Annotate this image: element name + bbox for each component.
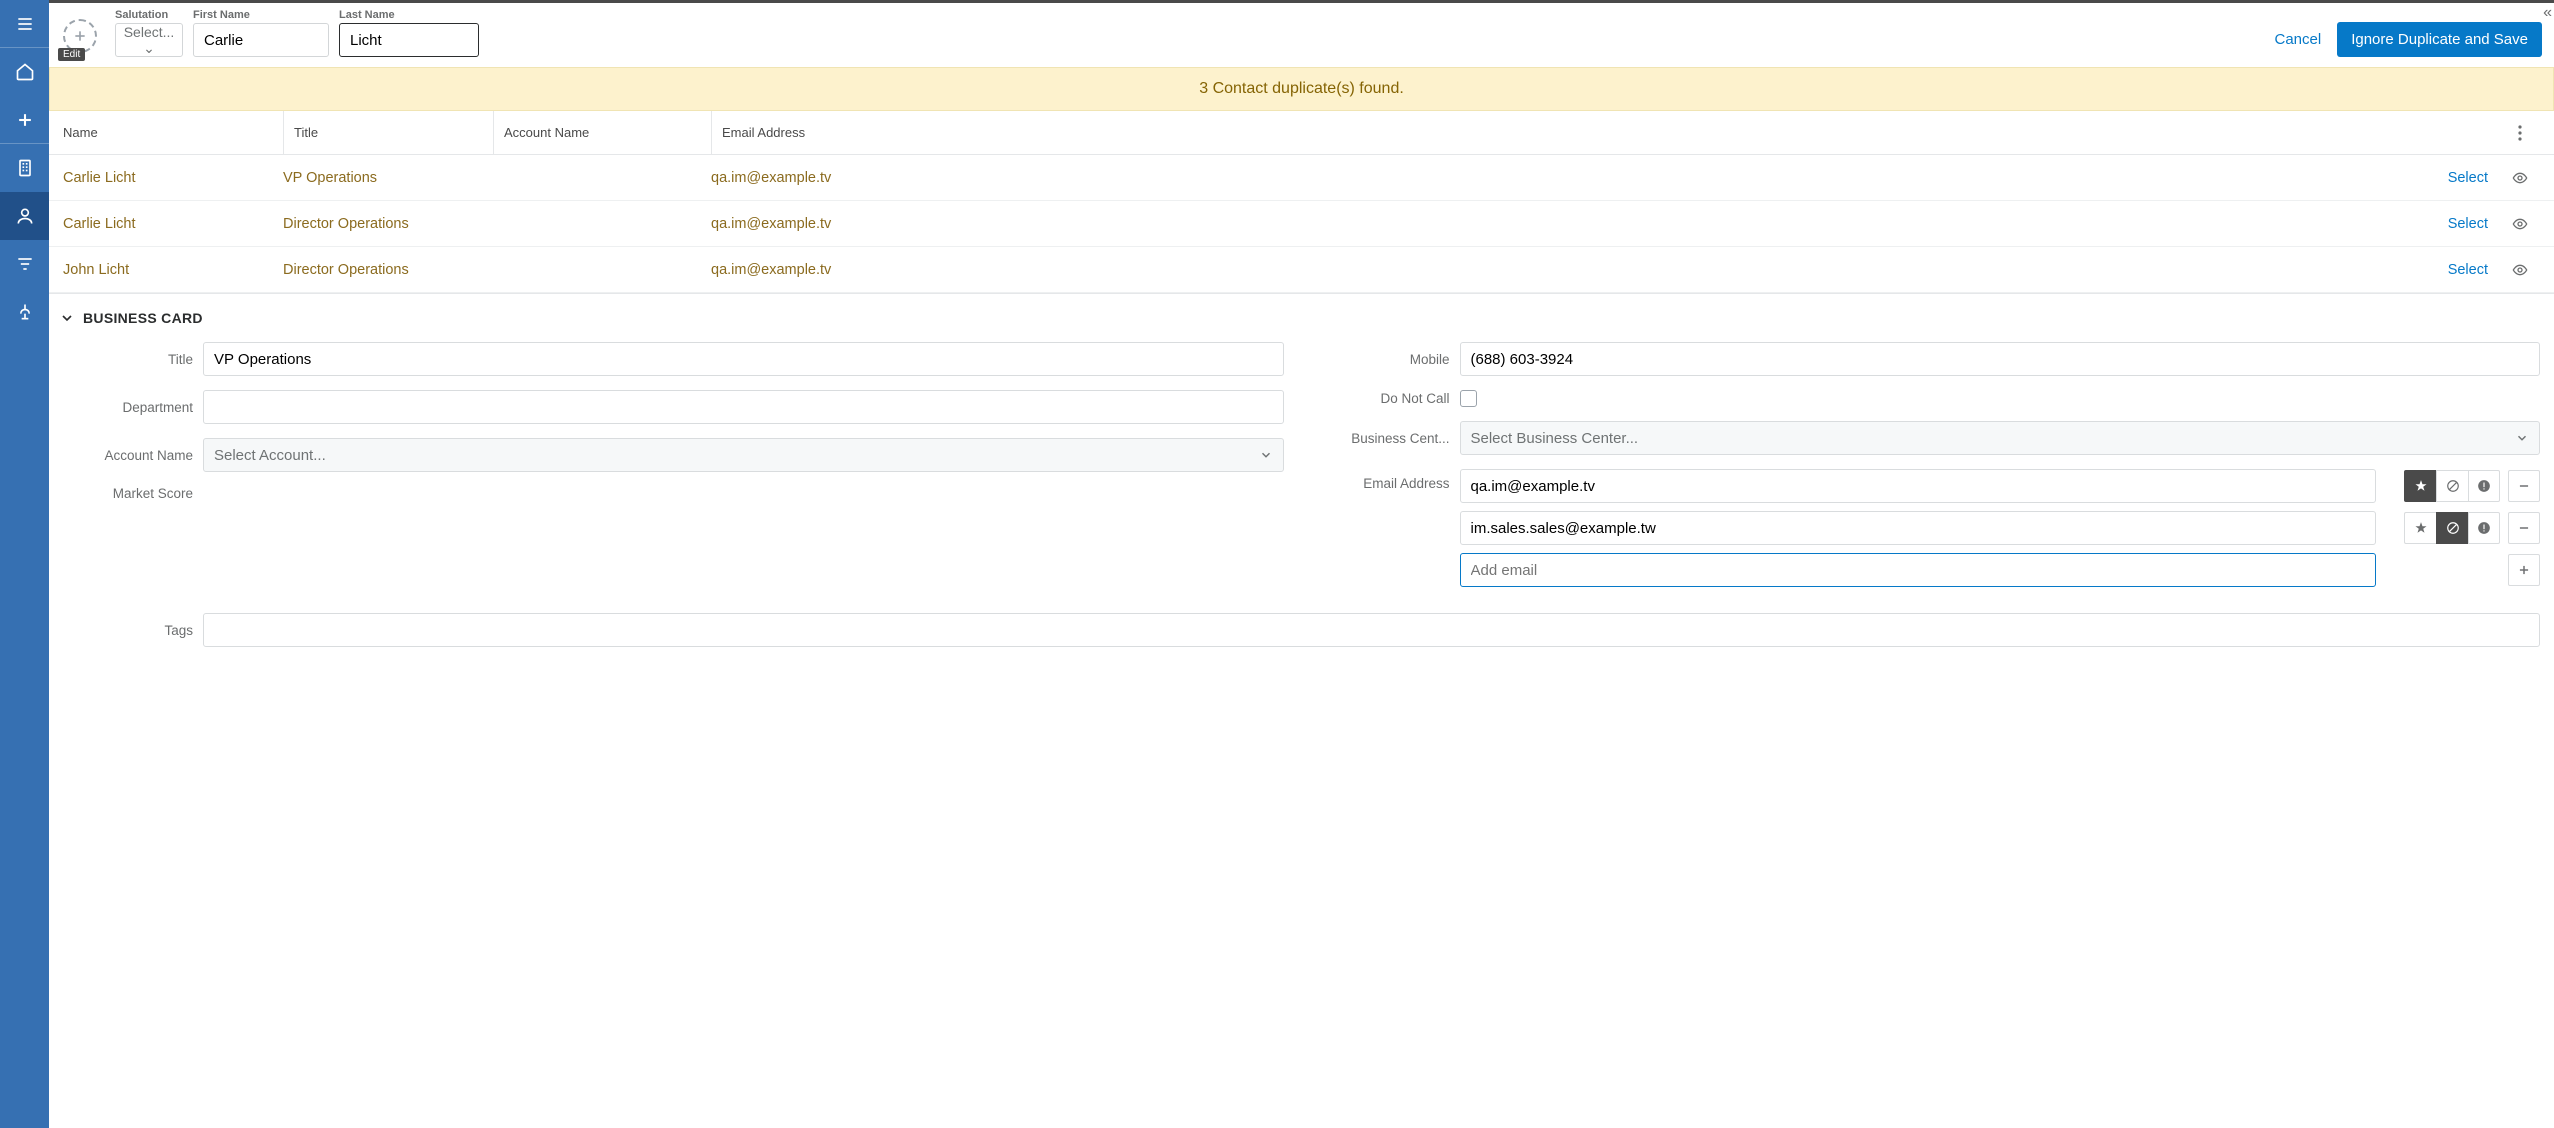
last-name-input[interactable] [339,23,479,57]
remove-email-icon[interactable] [2508,470,2540,502]
primary-email-icon[interactable] [2404,512,2436,544]
primary-email-icon[interactable] [2404,470,2436,502]
accounts-nav[interactable] [0,144,49,192]
first-name-label: First Name [193,9,329,21]
filter-nav[interactable] [0,240,49,288]
dup-email[interactable]: qa.im@example.tv [711,170,991,186]
dup-name[interactable]: John Licht [63,262,283,278]
add-email-input[interactable] [1460,553,2377,587]
column-email: Email Address [711,111,991,154]
home-button[interactable] [0,48,49,96]
preview-icon[interactable] [2512,262,2528,278]
avatar-edit[interactable]: Edit [61,19,99,57]
dup-title: VP Operations [283,170,493,186]
table-more-icon[interactable] [2518,125,2522,141]
remove-email-icon[interactable] [2508,512,2540,544]
salutation-select[interactable]: Select... ⌄ [115,23,183,57]
do-not-call-checkbox[interactable] [1460,390,1477,407]
preview-icon[interactable] [2512,170,2528,186]
dup-email[interactable]: qa.im@example.tv [711,216,991,232]
first-name-input[interactable] [193,23,329,57]
title-input[interactable] [203,342,1284,376]
dup-name[interactable]: Carlie Licht [63,170,283,186]
chevron-down-icon [1259,448,1273,462]
department-label: Department [63,400,193,415]
tags-input[interactable] [203,613,2540,647]
collapse-panel-icon[interactable]: « [2543,4,2552,22]
email-input-2[interactable] [1460,511,2377,545]
dup-title: Director Operations [283,216,493,232]
ignore-duplicate-save-button[interactable]: Ignore Duplicate and Save [2337,22,2542,57]
business-card-section-header[interactable]: BUSINESS CARD [49,294,2554,338]
business-card-form: Title Department Account Name Select Acc… [49,338,2554,667]
tags-label: Tags [63,623,193,638]
title-label: Title [63,352,193,367]
opt-out-email-icon[interactable] [2436,512,2468,544]
column-account: Account Name [493,111,711,154]
select-duplicate-link[interactable]: Select [991,262,2500,278]
contacts-nav[interactable] [0,192,49,240]
duplicate-row: Carlie Licht VP Operations qa.im@example… [49,155,2554,201]
dup-name[interactable]: Carlie Licht [63,216,283,232]
opt-out-email-icon[interactable] [2436,470,2468,502]
chevron-down-icon [2515,431,2529,445]
duplicate-row: John Licht Director Operations qa.im@exa… [49,247,2554,293]
edit-badge: Edit [58,48,85,61]
sidebar [0,0,49,1128]
do-not-call-label: Do Not Call [1320,391,1450,406]
market-score-label: Market Score [63,486,193,501]
column-title: Title [283,111,493,154]
email-input-1[interactable] [1460,469,2377,503]
duplicates-table: Name Title Account Name Email Address Ca… [49,111,2554,294]
menu-button[interactable] [0,0,49,48]
email-address-label: Email Address [1320,469,1450,491]
record-header: Edit Salutation Select... ⌄ First Name L… [49,0,2554,67]
select-duplicate-link[interactable]: Select [991,216,2500,232]
chevron-down-icon [59,310,75,326]
create-button[interactable] [0,96,49,144]
duplicate-alert-banner: 3 Contact duplicate(s) found. [49,67,2554,111]
last-name-label: Last Name [339,9,479,21]
account-name-label: Account Name [63,448,193,463]
chevron-down-icon: ⌄ [143,40,155,56]
mobile-input[interactable] [1460,342,2541,376]
salutation-label: Salutation [115,9,183,21]
select-duplicate-link[interactable]: Select [991,170,2500,186]
add-email-icon[interactable] [2508,554,2540,586]
column-name: Name [63,111,283,154]
section-title: BUSINESS CARD [83,310,203,326]
business-center-select[interactable]: Select Business Center... [1460,421,2541,455]
account-name-select[interactable]: Select Account... [203,438,1284,472]
mobile-label: Mobile [1320,352,1450,367]
duplicate-row: Carlie Licht Director Operations qa.im@e… [49,201,2554,247]
cancel-button[interactable]: Cancel [2275,31,2322,48]
preview-icon[interactable] [2512,216,2528,232]
invalid-email-icon[interactable] [2468,470,2500,502]
business-center-label: Business Cent... [1320,431,1450,446]
invalid-email-icon[interactable] [2468,512,2500,544]
dup-email[interactable]: qa.im@example.tv [711,262,991,278]
dup-title: Director Operations [283,262,493,278]
department-input[interactable] [203,390,1284,424]
leads-nav[interactable] [0,288,49,336]
